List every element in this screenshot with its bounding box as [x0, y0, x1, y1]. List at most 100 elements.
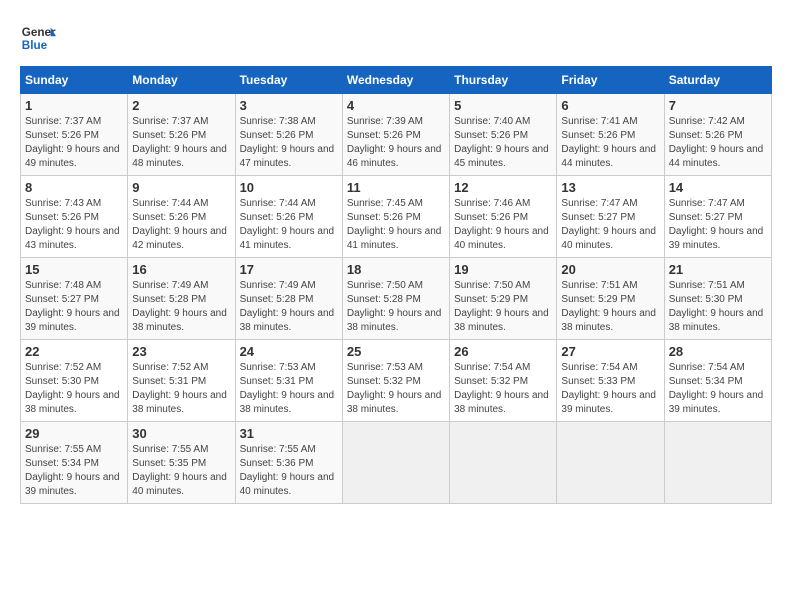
day-number: 31: [240, 426, 338, 441]
day-number: 5: [454, 98, 552, 113]
day-info: Sunrise: 7:45 AM Sunset: 5:26 PM Dayligh…: [347, 197, 445, 253]
calendar-cell: 13 Sunrise: 7:47 AM Sunset: 5:27 PM Dayli…: [557, 176, 664, 258]
calendar-cell: 20 Sunrise: 7:51 AM Sunset: 5:29 PM Dayli…: [557, 258, 664, 340]
col-header-tuesday: Tuesday: [235, 67, 342, 94]
day-info: Sunrise: 7:52 AM Sunset: 5:30 PM Dayligh…: [25, 361, 123, 417]
day-number: 1: [25, 98, 123, 113]
day-number: 8: [25, 180, 123, 195]
day-info: Sunrise: 7:53 AM Sunset: 5:32 PM Dayligh…: [347, 361, 445, 417]
day-number: 12: [454, 180, 552, 195]
day-info: Sunrise: 7:50 AM Sunset: 5:28 PM Dayligh…: [347, 279, 445, 335]
calendar-cell: 4Sunrise: 7:39 AM Sunset: 5:26 PM Daylig…: [342, 94, 449, 176]
day-info: Sunrise: 7:55 AM Sunset: 5:34 PM Dayligh…: [25, 443, 123, 499]
day-number: 14: [669, 180, 767, 195]
col-header-wednesday: Wednesday: [342, 67, 449, 94]
day-number: 19: [454, 262, 552, 277]
day-number: 17: [240, 262, 338, 277]
calendar-cell: 28 Sunrise: 7:54 AM Sunset: 5:34 PM Dayli…: [664, 340, 771, 422]
calendar-cell: 15 Sunrise: 7:48 AM Sunset: 5:27 PM Dayli…: [21, 258, 128, 340]
calendar-cell: 11 Sunrise: 7:45 AM Sunset: 5:26 PM Dayli…: [342, 176, 449, 258]
calendar-cell: 6 Sunrise: 7:41 AM Sunset: 5:26 PM Daylig…: [557, 94, 664, 176]
calendar-cell: 1 Sunrise: 7:37 AM Sunset: 5:26 PM Daylig…: [21, 94, 128, 176]
day-info: Sunrise: 7:51 AM Sunset: 5:29 PM Dayligh…: [561, 279, 659, 335]
col-header-saturday: Saturday: [664, 67, 771, 94]
day-info: Sunrise: 7:48 AM Sunset: 5:27 PM Dayligh…: [25, 279, 123, 335]
day-number: 2: [132, 98, 230, 113]
calendar-cell: 7 Sunrise: 7:42 AM Sunset: 5:26 PM Daylig…: [664, 94, 771, 176]
calendar-cell: [557, 422, 664, 504]
calendar-cell: 30Sunrise: 7:55 AM Sunset: 5:35 PM Dayli…: [128, 422, 235, 504]
calendar-cell: [450, 422, 557, 504]
calendar-cell: 3 Sunrise: 7:38 AM Sunset: 5:26 PM Daylig…: [235, 94, 342, 176]
day-number: 4: [347, 98, 445, 113]
calendar-cell: 9Sunrise: 7:44 AM Sunset: 5:26 PM Daylig…: [128, 176, 235, 258]
day-number: 16: [132, 262, 230, 277]
day-info: Sunrise: 7:38 AM Sunset: 5:26 PM Dayligh…: [240, 115, 338, 171]
day-number: 25: [347, 344, 445, 359]
day-info: Sunrise: 7:54 AM Sunset: 5:33 PM Dayligh…: [561, 361, 659, 417]
col-header-sunday: Sunday: [21, 67, 128, 94]
col-header-thursday: Thursday: [450, 67, 557, 94]
day-number: 23: [132, 344, 230, 359]
calendar-cell: [664, 422, 771, 504]
calendar-cell: 31 Sunrise: 7:55 AM Sunset: 5:36 PM Dayli…: [235, 422, 342, 504]
day-number: 27: [561, 344, 659, 359]
day-info: Sunrise: 7:44 AM Sunset: 5:26 PM Dayligh…: [132, 197, 230, 253]
day-number: 18: [347, 262, 445, 277]
day-number: 6: [561, 98, 659, 113]
day-number: 3: [240, 98, 338, 113]
day-info: Sunrise: 7:46 AM Sunset: 5:26 PM Dayligh…: [454, 197, 552, 253]
day-info: Sunrise: 7:41 AM Sunset: 5:26 PM Dayligh…: [561, 115, 659, 171]
day-number: 22: [25, 344, 123, 359]
calendar-table: SundayMondayTuesdayWednesdayThursdayFrid…: [20, 66, 772, 504]
calendar-cell: [342, 422, 449, 504]
day-number: 10: [240, 180, 338, 195]
calendar-cell: 8 Sunrise: 7:43 AM Sunset: 5:26 PM Daylig…: [21, 176, 128, 258]
day-number: 11: [347, 180, 445, 195]
col-header-friday: Friday: [557, 67, 664, 94]
calendar-cell: 26 Sunrise: 7:54 AM Sunset: 5:32 PM Dayli…: [450, 340, 557, 422]
day-info: Sunrise: 7:37 AM Sunset: 5:26 PM Dayligh…: [132, 115, 230, 171]
day-info: Sunrise: 7:50 AM Sunset: 5:29 PM Dayligh…: [454, 279, 552, 335]
day-info: Sunrise: 7:37 AM Sunset: 5:26 PM Dayligh…: [25, 115, 123, 171]
day-info: Sunrise: 7:53 AM Sunset: 5:31 PM Dayligh…: [240, 361, 338, 417]
day-number: 28: [669, 344, 767, 359]
day-info: Sunrise: 7:40 AM Sunset: 5:26 PM Dayligh…: [454, 115, 552, 171]
day-number: 20: [561, 262, 659, 277]
calendar-cell: 10 Sunrise: 7:44 AM Sunset: 5:26 PM Dayli…: [235, 176, 342, 258]
svg-text:Blue: Blue: [22, 39, 48, 52]
calendar-cell: 25 Sunrise: 7:53 AM Sunset: 5:32 PM Dayli…: [342, 340, 449, 422]
calendar-cell: 23 Sunrise: 7:52 AM Sunset: 5:31 PM Dayli…: [128, 340, 235, 422]
day-info: Sunrise: 7:47 AM Sunset: 5:27 PM Dayligh…: [561, 197, 659, 253]
day-number: 13: [561, 180, 659, 195]
day-info: Sunrise: 7:43 AM Sunset: 5:26 PM Dayligh…: [25, 197, 123, 253]
day-info: Sunrise: 7:54 AM Sunset: 5:34 PM Dayligh…: [669, 361, 767, 417]
day-info: Sunrise: 7:51 AM Sunset: 5:30 PM Dayligh…: [669, 279, 767, 335]
calendar-cell: 24 Sunrise: 7:53 AM Sunset: 5:31 PM Dayli…: [235, 340, 342, 422]
calendar-cell: 19 Sunrise: 7:50 AM Sunset: 5:29 PM Dayli…: [450, 258, 557, 340]
day-info: Sunrise: 7:44 AM Sunset: 5:26 PM Dayligh…: [240, 197, 338, 253]
day-info: Sunrise: 7:54 AM Sunset: 5:32 PM Dayligh…: [454, 361, 552, 417]
day-number: 21: [669, 262, 767, 277]
calendar-cell: 29 Sunrise: 7:55 AM Sunset: 5:34 PM Dayli…: [21, 422, 128, 504]
calendar-cell: 2 Sunrise: 7:37 AM Sunset: 5:26 PM Daylig…: [128, 94, 235, 176]
day-info: Sunrise: 7:55 AM Sunset: 5:36 PM Dayligh…: [240, 443, 338, 499]
calendar-cell: 16Sunrise: 7:49 AM Sunset: 5:28 PM Dayli…: [128, 258, 235, 340]
calendar-cell: 18 Sunrise: 7:50 AM Sunset: 5:28 PM Dayli…: [342, 258, 449, 340]
page-header: General Blue: [20, 20, 772, 56]
calendar-cell: 5 Sunrise: 7:40 AM Sunset: 5:26 PM Daylig…: [450, 94, 557, 176]
calendar-cell: 17 Sunrise: 7:49 AM Sunset: 5:28 PM Dayli…: [235, 258, 342, 340]
logo-icon: General Blue: [20, 20, 56, 56]
calendar-cell: 14Sunrise: 7:47 AM Sunset: 5:27 PM Dayli…: [664, 176, 771, 258]
day-info: Sunrise: 7:55 AM Sunset: 5:35 PM Dayligh…: [132, 443, 230, 499]
day-number: 24: [240, 344, 338, 359]
day-number: 15: [25, 262, 123, 277]
day-number: 29: [25, 426, 123, 441]
col-header-monday: Monday: [128, 67, 235, 94]
day-info: Sunrise: 7:42 AM Sunset: 5:26 PM Dayligh…: [669, 115, 767, 171]
day-info: Sunrise: 7:49 AM Sunset: 5:28 PM Dayligh…: [240, 279, 338, 335]
day-number: 26: [454, 344, 552, 359]
day-info: Sunrise: 7:52 AM Sunset: 5:31 PM Dayligh…: [132, 361, 230, 417]
day-number: 7: [669, 98, 767, 113]
calendar-cell: 12 Sunrise: 7:46 AM Sunset: 5:26 PM Dayli…: [450, 176, 557, 258]
